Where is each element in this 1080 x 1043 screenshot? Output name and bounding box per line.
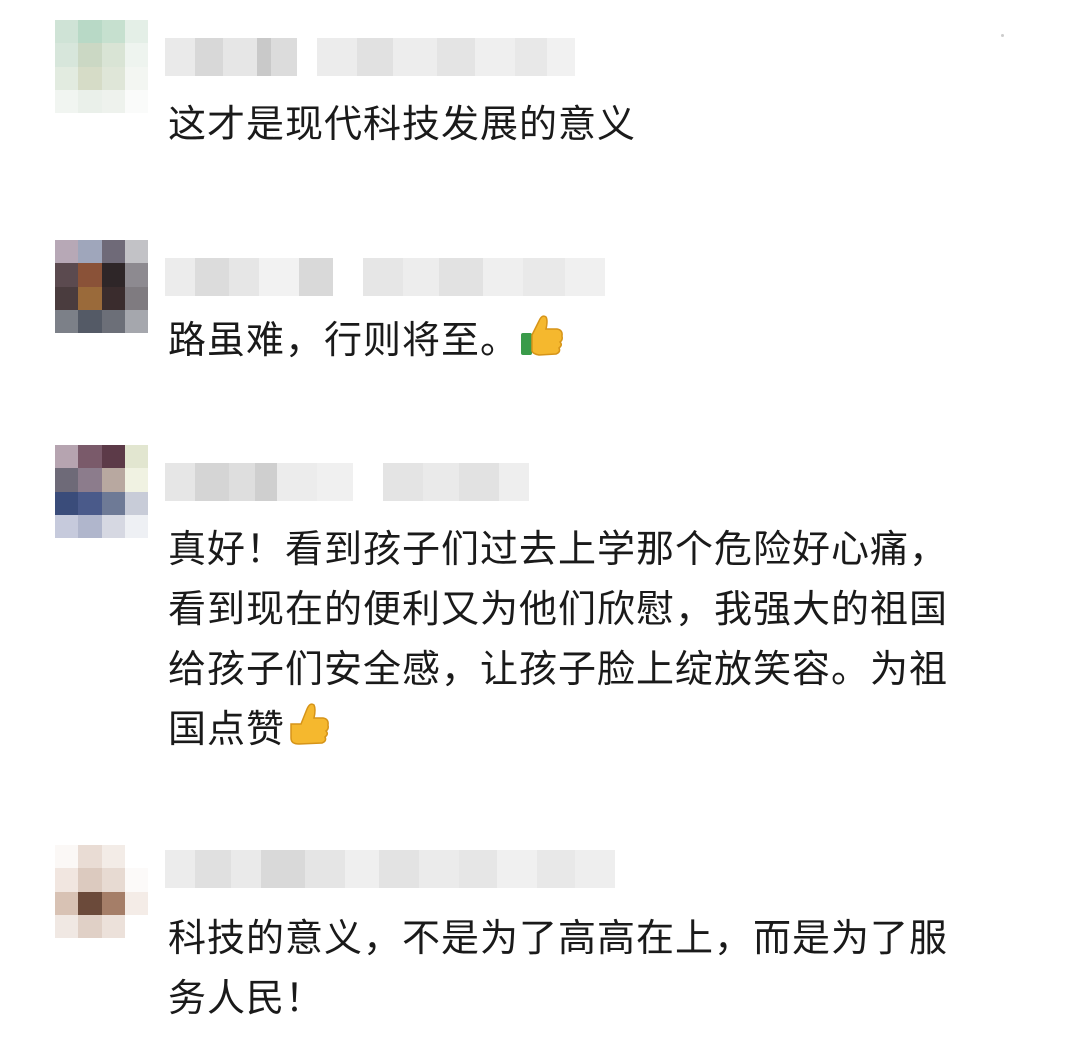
thumbs-up-icon bbox=[285, 700, 331, 765]
username-blurred[interactable] bbox=[165, 462, 529, 502]
comment-text: 这才是现代科技发展的意义 bbox=[168, 94, 1018, 154]
comment-text-content: 科技的意义，不是为了高高在上，而是为了服 务人民！ bbox=[168, 916, 949, 1020]
avatar[interactable] bbox=[55, 20, 148, 113]
comment-text: 路虽难，行则将至。 bbox=[168, 310, 1018, 376]
comment-text: 科技的意义，不是为了高高在上，而是为了服 务人民！ bbox=[168, 908, 1018, 1028]
avatar[interactable] bbox=[55, 845, 148, 938]
thumbs-up-icon bbox=[519, 311, 565, 376]
avatar[interactable] bbox=[55, 240, 148, 333]
username-blurred[interactable] bbox=[165, 37, 575, 77]
username-blurred[interactable] bbox=[165, 257, 605, 297]
comment-text-content: 路虽难，行则将至。 bbox=[168, 318, 520, 362]
comment-text-content: 这才是现代科技发展的意义 bbox=[168, 102, 637, 146]
username-blurred[interactable] bbox=[165, 849, 615, 889]
comment-text: 真好！看到孩子们过去上学那个危险好心痛， 看到现在的便利又为他们欣慰，我强大的祖… bbox=[168, 519, 1018, 765]
corner-dot bbox=[1001, 34, 1004, 37]
avatar[interactable] bbox=[55, 445, 148, 538]
